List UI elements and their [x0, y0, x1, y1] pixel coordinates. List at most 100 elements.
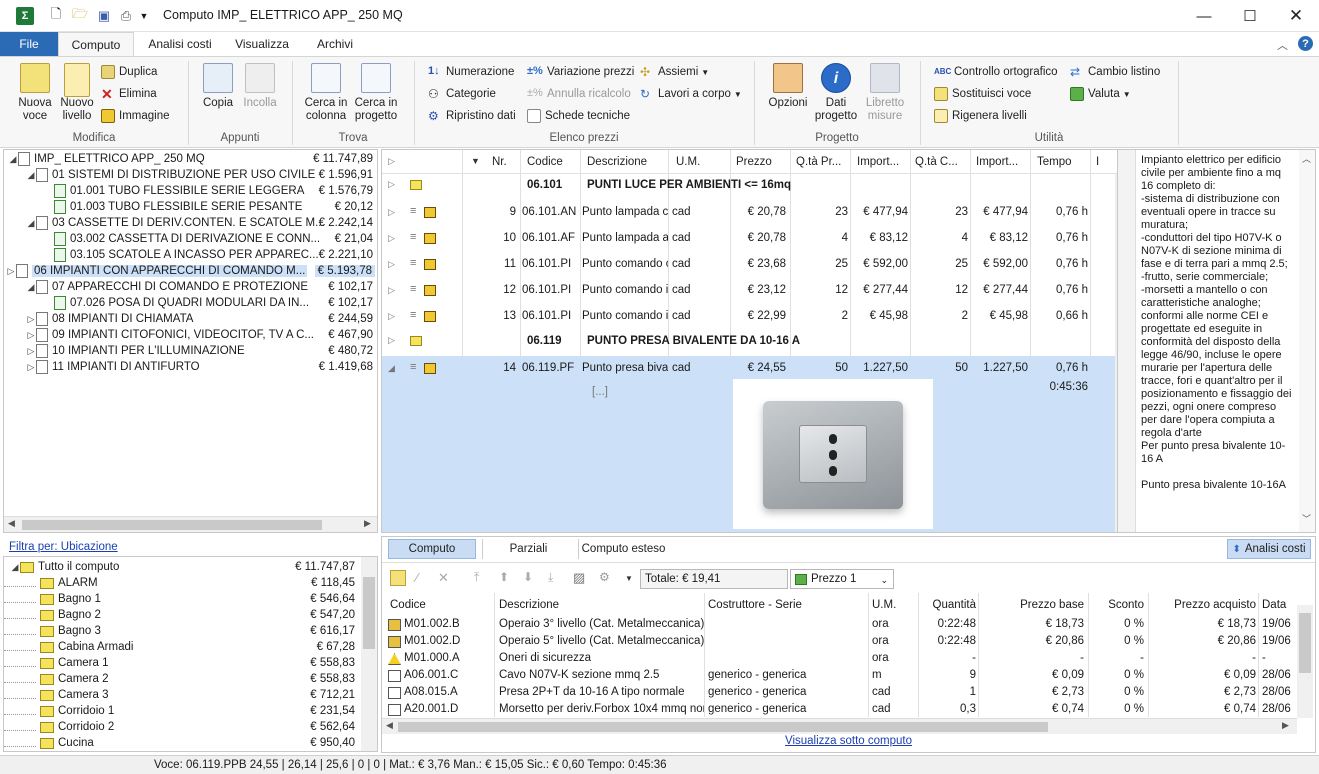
tree-node[interactable]: ◢ 07 APPARECCHI DI COMANDO E PROTEZIONE € … — [4, 279, 377, 295]
print-icon[interactable]: ⎙ — [118, 7, 134, 25]
row-image-icon[interactable] — [424, 285, 436, 296]
grid-row[interactable]: ▷ ≡ 12 06.101.PI Punto comando i cad € 23,12 12… — [382, 278, 1115, 304]
assiemi-dropdown[interactable]: ✣ Assiemi ▼ — [640, 63, 709, 81]
grid-row[interactable]: ▷ ≡ 10 06.101.AF Punto lampada a cad € 20,78 4 €… — [382, 226, 1115, 252]
resource-row[interactable]: M01.002.B Operaio 3° livello (Cat. Metalm… — [382, 617, 1296, 634]
move-down-icon[interactable]: ⬇ — [523, 570, 533, 584]
row-image-icon[interactable] — [424, 363, 436, 374]
location-vertical-scrollbar[interactable] — [361, 557, 377, 751]
collapse-ribbon-icon[interactable]: ︿ — [1277, 37, 1288, 53]
sostituisci-voce-button[interactable]: Sostituisci voce — [934, 85, 1031, 103]
bottom-vertical-scrollbar[interactable] — [1297, 605, 1313, 718]
location-item[interactable]: Cabina Armadi € 67,28 — [4, 639, 359, 655]
tab-parziali[interactable]: Parziali — [482, 539, 574, 559]
scroll-left-icon[interactable]: ◀ — [8, 518, 15, 529]
grid-row[interactable]: ▷ ≡ 11 06.101.PI Punto comando c cad € 23,68 25… — [382, 252, 1115, 278]
help-icon[interactable]: ? — [1298, 36, 1313, 51]
description-scrollbar[interactable]: ︿ ﹀ — [1299, 150, 1315, 532]
tab-analisi-costi[interactable]: Analisi costi — [140, 32, 220, 56]
column-header[interactable]: Codice — [527, 150, 563, 174]
group-row[interactable]: ▷ 06.101 PUNTI LUCE PER AMBIENTI <= 16mq — [382, 174, 1115, 198]
row-image-icon[interactable] — [424, 311, 436, 322]
controllo-ortografico-button[interactable]: ABC Controllo ortografico — [934, 63, 1058, 81]
group-row[interactable]: ▷ 06.119 PUNTO PRESA BIVALENTE DA 10-16 A — [382, 330, 1115, 354]
categorie-button[interactable]: ⚇ Categorie — [428, 85, 496, 103]
cell-more[interactable]: [...] — [592, 386, 608, 398]
location-item[interactable]: Corridoio 1 € 231,54 — [4, 703, 359, 719]
resource-column-header[interactable]: Codice — [390, 599, 480, 611]
tree-horizontal-scrollbar[interactable]: ◀ ▶ — [4, 516, 377, 532]
annulla-ricalcolo-button[interactable]: ±% Annulla ricalcolo — [527, 85, 631, 103]
expand-icon[interactable]: ▷ — [26, 314, 36, 325]
visualizza-sotto-computo-link[interactable]: Visualizza sotto computo — [382, 735, 1315, 747]
pattern-icon[interactable]: ▨ — [573, 570, 585, 586]
resource-column-header[interactable]: Prezzo acquisto — [1152, 599, 1256, 611]
remove-resource-icon[interactable]: ✕ — [438, 570, 449, 586]
collapse-icon[interactable]: ◢ — [26, 218, 36, 229]
location-item[interactable]: Camera 3 € 712,21 — [4, 687, 359, 703]
resource-column-header[interactable]: Prezzo base — [982, 599, 1084, 611]
menu-lines-icon[interactable]: ≡ — [410, 309, 416, 321]
elimina-button[interactable]: ✕ Elimina — [101, 85, 157, 103]
scroll-up-icon[interactable]: ︿ — [1302, 152, 1311, 165]
bottom-horizontal-scrollbar[interactable]: ◀ ▶ — [382, 718, 1297, 734]
resource-row[interactable]: M01.002.D Operaio 5° livello (Cat. Metalm… — [382, 634, 1296, 651]
column-header[interactable]: Import... — [857, 150, 899, 174]
resource-row[interactable]: A06.001.C Cavo N07V-K sezione mmq 2.5 gene… — [382, 668, 1296, 685]
libretto-misure-button[interactable]: Libretto misure — [860, 63, 910, 123]
dati-progetto-button[interactable]: i Dati progetto — [812, 63, 860, 123]
maximize-button[interactable]: ☐ — [1227, 0, 1273, 32]
grid-row[interactable]: ▷ ≡ 13 06.101.PI Punto comando i cad € 22,99 2 €… — [382, 304, 1115, 330]
menu-lines-icon[interactable]: ≡ — [410, 283, 416, 295]
variazione-prezzi-button[interactable]: ±% Variazione prezzi — [527, 63, 634, 81]
collapse-icon[interactable]: ◢ — [8, 154, 18, 165]
tree-node[interactable]: 01.001 TUBO FLESSIBILE SERIE LEGGERA € 1.… — [4, 183, 377, 199]
row-image-icon[interactable] — [424, 259, 436, 270]
location-item[interactable]: Bagno 3 € 616,17 — [4, 623, 359, 639]
tree-node[interactable]: 01.003 TUBO FLESSIBILE SERIE PESANTE € 20… — [4, 199, 377, 215]
new-file-icon[interactable]: 🗋 — [48, 6, 64, 25]
menu-lines-icon[interactable]: ≡ — [410, 205, 416, 217]
collapse-icon[interactable]: ◢ — [10, 562, 20, 573]
scroll-right-icon[interactable]: ▶ — [364, 518, 371, 529]
menu-lines-icon[interactable]: ≡ — [410, 231, 416, 243]
price-list-select[interactable]: Prezzo 1 ⌄ — [790, 569, 894, 589]
location-item[interactable]: ALARM € 118,45 — [4, 575, 359, 591]
copia-button[interactable]: Copia — [198, 63, 238, 110]
expand-icon[interactable]: ▷ — [26, 330, 36, 341]
tree-node[interactable]: ▷ 10 IMPIANTI PER L'ILLUMINAZIONE € 480,72 — [4, 343, 377, 359]
minimize-button[interactable]: — — [1181, 0, 1227, 32]
location-item[interactable]: Bagno 1 € 546,64 — [4, 591, 359, 607]
tree-node[interactable]: ◢ IMP_ ELETTRICO APP_ 250 MQ € 11.747,89 — [4, 151, 377, 167]
qat-dropdown-icon[interactable]: ▼ — [138, 7, 150, 25]
grid-row[interactable]: ▷ ≡ 9 06.101.AN Punto lampada c cad € 20,78 23 €… — [382, 200, 1115, 226]
expand-icon[interactable]: ▷ — [6, 266, 16, 277]
edit-resource-icon[interactable]: ⁄ — [416, 570, 418, 585]
scroll-thumb[interactable] — [363, 577, 375, 649]
tree-node[interactable]: 03.002 CASSETTA DI DERIVAZIONE E CONN...… — [4, 231, 377, 247]
immagine-button[interactable]: Immagine — [101, 107, 170, 125]
nuova-voce-button[interactable]: Nuova voce — [14, 63, 56, 123]
move-up-icon[interactable]: ⬆ — [499, 570, 509, 584]
scroll-thumb[interactable] — [1299, 613, 1311, 673]
lavori-corpo-dropdown[interactable]: ↻ Lavori a corpo ▼ — [640, 85, 742, 103]
column-header[interactable]: Q.tà C... — [915, 150, 958, 174]
move-bottom-icon[interactable]: ⤓ — [548, 570, 553, 585]
tree-node[interactable]: ◢ 03 CASSETTE DI DERIV.CONTEN. E SCATOLE … — [4, 215, 377, 231]
column-header[interactable]: Prezzo — [736, 150, 772, 174]
collapse-icon[interactable]: ◢ — [26, 170, 36, 181]
column-header[interactable]: Descrizione — [587, 150, 647, 174]
tree-node[interactable]: ▷ 06 IMPIANTI CON APPARECCHI DI COMANDO M… — [4, 263, 377, 279]
tab-file[interactable]: File — [0, 32, 58, 56]
column-header[interactable]: I — [1096, 150, 1099, 174]
tab-visualizza[interactable]: Visualizza — [226, 32, 298, 56]
save-icon[interactable]: ▣ — [96, 7, 112, 25]
cerca-colonna-button[interactable]: Cerca in colonna — [300, 63, 352, 123]
resource-row[interactable]: A20.001.D Morsetto per deriv.Forbox 10x4 … — [382, 702, 1296, 719]
location-item[interactable]: Cucina € 950,40 — [4, 735, 359, 751]
location-item[interactable]: ◢ Tutto il computo € 11.747,87 — [4, 559, 359, 575]
resource-column-header[interactable]: U.M. — [872, 599, 922, 611]
expand-icon[interactable]: ▷ — [388, 179, 395, 190]
resource-column-header[interactable]: Sconto — [1092, 599, 1144, 611]
tree-node[interactable]: 03.105 SCATOLE A INCASSO PER APPAREC... €… — [4, 247, 377, 263]
